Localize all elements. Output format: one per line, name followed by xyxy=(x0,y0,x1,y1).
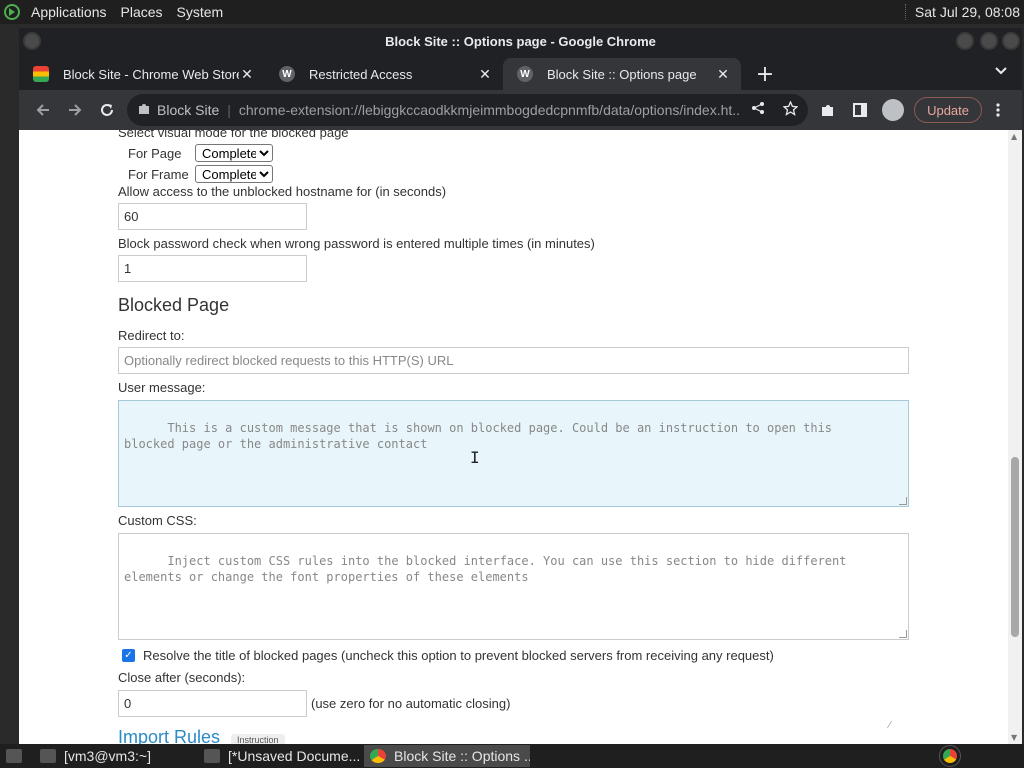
more-menu-icon[interactable] xyxy=(982,94,1014,126)
tray-chrome-icon[interactable] xyxy=(939,745,961,767)
chrome-web-store-icon xyxy=(33,66,49,82)
chrome-window: Block Site :: Options page - Google Chro… xyxy=(19,28,1022,744)
redirect-label: Redirect to: xyxy=(118,328,185,343)
chrome-icon xyxy=(370,749,386,763)
w-icon: W xyxy=(279,66,295,82)
for-page-select[interactable]: Complete xyxy=(195,144,273,162)
tab-title: Restricted Access xyxy=(309,66,413,82)
taskbar-item-text-editor[interactable]: [*Unsaved Docume... xyxy=(198,745,360,767)
show-desktop-button[interactable] xyxy=(0,745,30,767)
side-panel-icon[interactable] xyxy=(844,94,876,126)
for-frame-select[interactable]: Complete xyxy=(195,165,273,183)
taskbar-item-terminal[interactable]: [vm3@vm3:~] xyxy=(34,745,194,767)
forward-arrow-icon[interactable] xyxy=(59,94,91,126)
taskbar-item-chrome[interactable]: Block Site :: Options ... xyxy=(364,745,530,767)
address-bar[interactable]: Block Site | chrome-extension://lebiggkc… xyxy=(127,94,809,126)
import-rules-heading[interactable]: Import Rules xyxy=(118,727,220,744)
options-page-content: Select visual mode for the blocked page … xyxy=(19,130,1008,744)
distro-logo-icon[interactable] xyxy=(0,0,24,24)
clock-text: Sat Jul 29, 08:08 xyxy=(914,4,1020,20)
allow-access-value: 60 xyxy=(124,209,139,224)
resize-handle-icon[interactable] xyxy=(899,630,907,638)
close-after-input[interactable]: 0 xyxy=(118,690,307,717)
extension-puzzle-icon xyxy=(137,102,151,119)
tab-title: Block Site - Chrome Web Store xyxy=(63,66,239,82)
terminal-icon xyxy=(40,749,56,763)
back-arrow-icon[interactable] xyxy=(27,94,59,126)
close-tab-icon[interactable]: ✕ xyxy=(239,66,255,83)
system-top-panel: Applications Places System Sat Jul 29, 0… xyxy=(0,0,1024,24)
text-editor-icon xyxy=(204,749,220,763)
custom-css-textarea[interactable]: Inject custom CSS rules into the blocked… xyxy=(118,533,909,640)
tab-block-site-options[interactable]: W Block Site :: Options page ✕ xyxy=(503,58,741,90)
password-check-value: 1 xyxy=(124,261,132,276)
close-tab-icon[interactable]: ✕ xyxy=(477,66,493,83)
panel-separator xyxy=(904,4,907,20)
close-after-label: Close after (seconds): xyxy=(118,670,246,685)
close-window-button[interactable] xyxy=(1002,32,1020,50)
url-text: chrome-extension://lebiggkccaodkkmjeimmb… xyxy=(238,102,742,118)
blocked-page-heading: Blocked Page xyxy=(118,295,230,315)
update-button[interactable]: Update xyxy=(914,97,982,123)
new-tab-button[interactable]: + xyxy=(749,58,781,90)
allow-access-input[interactable]: 60 xyxy=(118,203,307,230)
password-check-label: Block password check when wrong password… xyxy=(118,236,595,251)
resize-grip-icon: ⁄ xyxy=(889,720,891,731)
allow-access-label: Allow access to the unblocked hostname f… xyxy=(118,184,447,199)
taskbar-item-label: [*Unsaved Docume... xyxy=(228,748,360,764)
visual-mode-label: Select visual mode for the blocked page xyxy=(118,130,349,140)
for-frame-label: For Frame xyxy=(128,167,189,182)
instruction-badge[interactable]: Instruction xyxy=(231,734,285,744)
window-menu-button[interactable] xyxy=(23,32,41,50)
bottom-taskbar: [vm3@vm3:~] [*Unsaved Docume... Block Si… xyxy=(0,744,1024,768)
clock[interactable]: Sat Jul 29, 08:08 xyxy=(904,4,1024,20)
user-message-label: User message: xyxy=(118,380,206,395)
custom-css-placeholder: Inject custom CSS rules into the blocked… xyxy=(124,554,847,584)
desktop-background xyxy=(0,24,19,744)
system-menu[interactable]: System xyxy=(170,4,231,20)
tab-search-chevron-icon[interactable] xyxy=(994,64,1008,80)
close-after-value: 0 xyxy=(124,696,132,711)
tab-strip: Block Site - Chrome Web Store ✕ W Restri… xyxy=(19,54,1022,90)
close-tab-icon[interactable]: ✕ xyxy=(715,66,731,83)
scrollbar-thumb[interactable] xyxy=(1011,457,1019,637)
redirect-placeholder: Optionally redirect blocked requests to … xyxy=(124,353,454,368)
reload-icon[interactable] xyxy=(91,94,123,126)
bookmark-star-icon[interactable] xyxy=(782,100,799,119)
site-name: Block Site xyxy=(157,102,220,118)
page-scrollbar[interactable]: ▲ ▼ xyxy=(1008,130,1022,744)
resize-handle-icon[interactable] xyxy=(899,497,907,505)
maximize-button[interactable] xyxy=(980,32,998,50)
taskbar-item-label: Block Site :: Options ... xyxy=(394,748,530,764)
for-page-label: For Page xyxy=(128,146,182,161)
w-icon: W xyxy=(517,66,533,82)
custom-css-label: Custom CSS: xyxy=(118,513,197,528)
redirect-input[interactable]: Optionally redirect blocked requests to … xyxy=(118,347,909,374)
user-message-placeholder: This is a custom message that is shown o… xyxy=(124,421,833,451)
window-titlebar[interactable]: Block Site :: Options page - Google Chro… xyxy=(19,28,1022,54)
password-check-input[interactable]: 1 xyxy=(118,255,307,282)
close-after-hint: (use zero for no automatic closing) xyxy=(311,696,511,711)
tab-chrome-web-store[interactable]: Block Site - Chrome Web Store ✕ xyxy=(19,58,265,90)
taskbar-item-label: [vm3@vm3:~] xyxy=(64,748,151,764)
window-title: Block Site :: Options page - Google Chro… xyxy=(385,33,656,49)
browser-toolbar: Block Site | chrome-extension://lebiggkc… xyxy=(19,90,1022,130)
minimize-button[interactable] xyxy=(956,32,974,50)
applications-menu[interactable]: Applications xyxy=(24,4,114,20)
resolve-title-label[interactable]: Resolve the title of blocked pages (unch… xyxy=(143,648,774,663)
places-menu[interactable]: Places xyxy=(114,4,170,20)
url-divider: | xyxy=(227,102,231,118)
extensions-puzzle-icon[interactable] xyxy=(812,94,844,126)
scroll-down-arrow-icon[interactable]: ▼ xyxy=(1011,733,1017,742)
tab-restricted-access[interactable]: W Restricted Access ✕ xyxy=(265,58,503,90)
text-cursor-icon: I xyxy=(470,448,480,467)
show-desktop-icon xyxy=(6,749,22,763)
user-message-textarea[interactable]: This is a custom message that is shown o… xyxy=(118,400,909,507)
resolve-title-checkbox[interactable]: ✓ xyxy=(122,649,135,662)
scroll-up-arrow-icon[interactable]: ▲ xyxy=(1011,132,1017,141)
profile-avatar[interactable] xyxy=(882,99,905,121)
share-icon[interactable] xyxy=(751,101,765,119)
tab-title: Block Site :: Options page xyxy=(547,66,697,82)
